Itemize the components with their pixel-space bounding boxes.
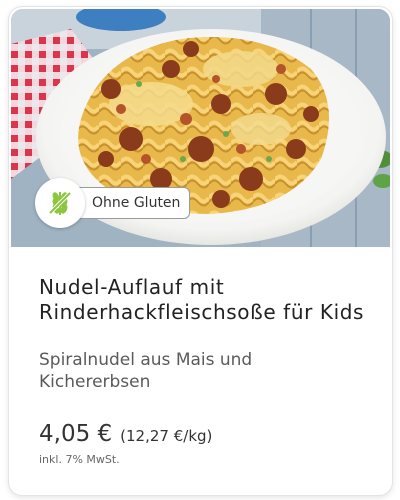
product-card[interactable]: Ohne Gluten Nudel-Auflauf mit Rinderhack… bbox=[8, 6, 393, 496]
product-subtitle: Spiralnudel aus Mais und Kichererbsen bbox=[39, 350, 253, 392]
price: 4,05 € bbox=[39, 421, 113, 447]
price-row: 4,05 € (12,27 €/kg) bbox=[39, 421, 212, 447]
unit-price: (12,27 €/kg) bbox=[120, 427, 213, 445]
badge-label: Ohne Gluten bbox=[69, 186, 191, 219]
wheat-crossed-icon bbox=[35, 177, 85, 228]
product-title[interactable]: Nudel-Auflauf mit Rinderhackfleischsoße … bbox=[39, 275, 379, 325]
gluten-free-badge: Ohne Gluten bbox=[35, 177, 191, 228]
tax-note: inkl. 7% MwSt. bbox=[39, 453, 120, 466]
